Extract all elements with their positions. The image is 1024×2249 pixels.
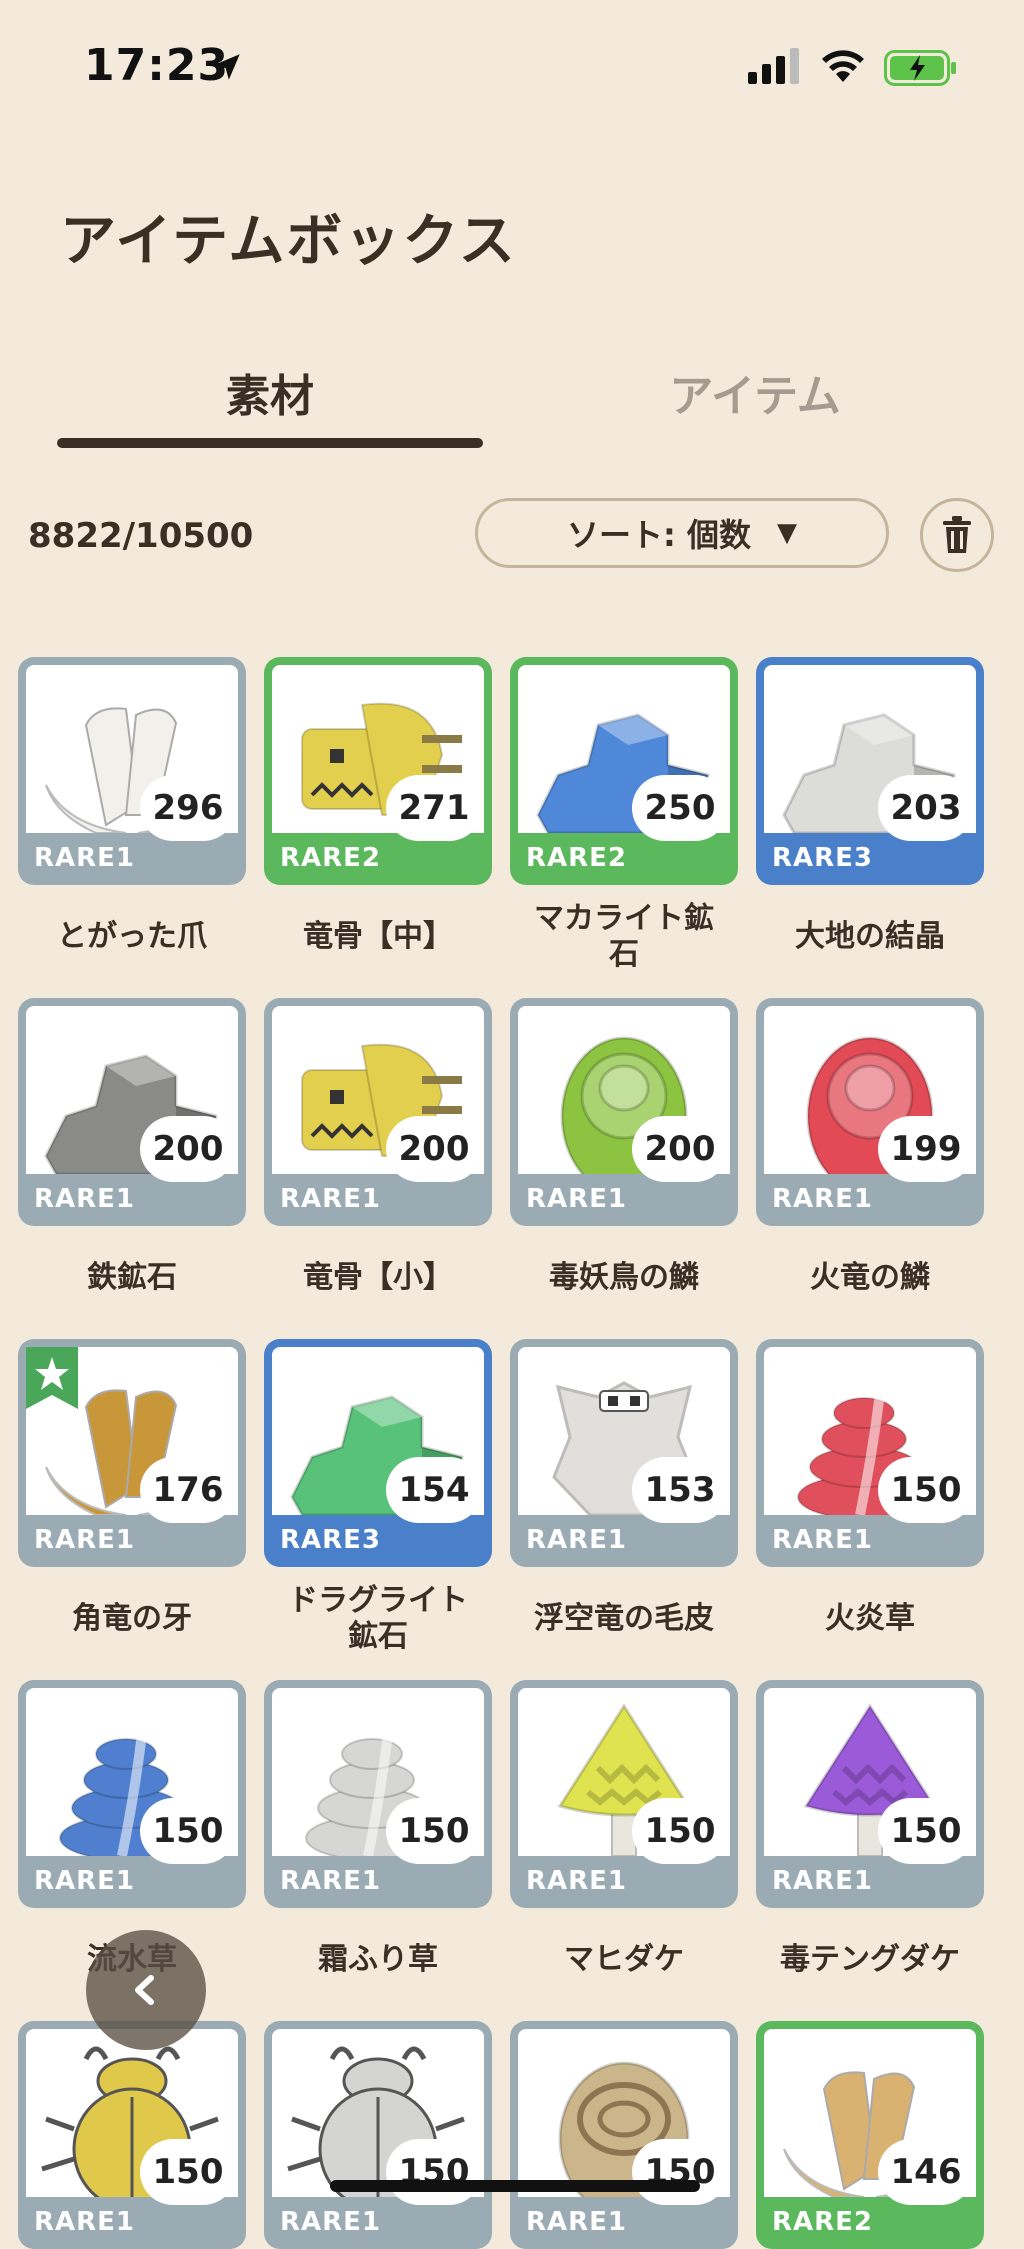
favorite-star-icon	[26, 1347, 78, 1409]
active-tab-underline	[57, 438, 483, 448]
item-card[interactable]: RARE3 154	[264, 1339, 492, 1567]
status-time: 17:23	[84, 40, 230, 91]
rarity-label: RARE1	[526, 1866, 628, 1896]
item-name: 毒妖鳥の鱗	[549, 1260, 699, 1295]
home-indicator	[330, 2180, 700, 2192]
item-card[interactable]: RARE1 150	[756, 1339, 984, 1567]
back-button[interactable]	[86, 1930, 206, 2050]
item-card[interactable]: RARE3 203	[756, 657, 984, 885]
quantity-badge: 150	[632, 1798, 728, 1864]
rarity-label: RARE3	[772, 843, 874, 873]
item-name: 霜ふり草	[318, 1942, 438, 1977]
item-card[interactable]: RARE1 150	[264, 2021, 492, 2249]
item-card[interactable]: RARE1 176	[18, 1339, 246, 1567]
item-name: ドラグライト 鉱石	[288, 1583, 468, 1654]
quantity-badge: 150	[878, 1798, 974, 1864]
rarity-label: RARE3	[280, 1525, 382, 1555]
rarity-label: RARE2	[772, 2207, 874, 2237]
item-card[interactable]: RARE1 199	[756, 998, 984, 1226]
quantity-badge: 153	[632, 1457, 728, 1523]
quantity-badge: 296	[140, 775, 236, 841]
quantity-badge: 150	[140, 1798, 236, 1864]
item-card[interactable]: RARE1 150	[756, 1680, 984, 1908]
item-card[interactable]: RARE1 200	[264, 998, 492, 1226]
rarity-label: RARE2	[280, 843, 382, 873]
item-card[interactable]: RARE1 153	[510, 1339, 738, 1567]
wifi-icon	[822, 50, 864, 82]
rarity-label: RARE1	[34, 1866, 136, 1896]
item-name: 大地の結晶	[795, 919, 945, 954]
item-name: 浮空竜の毛皮	[534, 1601, 714, 1636]
item-card[interactable]: RARE1 150	[510, 1680, 738, 1908]
cellular-signal-icon	[748, 48, 799, 84]
item-card[interactable]: RARE1 150	[264, 1680, 492, 1908]
rarity-label: RARE1	[34, 1184, 136, 1214]
item-card[interactable]: RARE2 250	[510, 657, 738, 885]
quantity-badge: 200	[140, 1116, 236, 1182]
rarity-label: RARE1	[526, 1525, 628, 1555]
quantity-badge: 150	[140, 2139, 236, 2205]
quantity-badge: 150	[632, 2139, 728, 2205]
trash-icon	[943, 516, 971, 553]
tab-materials[interactable]: 素材	[60, 360, 480, 424]
item-name: 鉄鉱石	[87, 1260, 177, 1295]
rarity-label: RARE1	[526, 2207, 628, 2237]
rarity-label: RARE1	[34, 2207, 136, 2237]
item-name: 竜骨【中】	[303, 919, 453, 954]
quantity-badge: 150	[878, 1457, 974, 1523]
sort-label: ソート: 個数	[567, 516, 751, 554]
page-title: アイテムボックス	[60, 209, 517, 274]
chevron-left-icon	[135, 1975, 154, 2005]
rarity-label: RARE1	[34, 843, 136, 873]
item-name: マヒダケ	[564, 1942, 684, 1977]
item-name: 竜骨【小】	[303, 1260, 453, 1295]
item-card[interactable]: RARE1 296	[18, 657, 246, 885]
rarity-label: RARE1	[526, 1184, 628, 1214]
inventory-count: 8822/10500	[28, 516, 254, 556]
item-card[interactable]: RARE1 200	[510, 998, 738, 1226]
quantity-badge: 146	[878, 2139, 974, 2205]
quantity-badge: 200	[632, 1116, 728, 1182]
rarity-label: RARE2	[526, 843, 628, 873]
quantity-badge: 150	[386, 2139, 482, 2205]
rarity-label: RARE1	[280, 1184, 382, 1214]
caret-down-icon: ▼	[776, 518, 797, 548]
item-card[interactable]: RARE1 150	[510, 2021, 738, 2249]
delete-button[interactable]	[920, 498, 994, 572]
item-card[interactable]: RARE1 150	[18, 2021, 246, 2249]
quantity-badge: 203	[878, 775, 974, 841]
quantity-badge: 150	[386, 1798, 482, 1864]
quantity-badge: 200	[386, 1116, 482, 1182]
battery-charging-icon	[884, 50, 956, 86]
item-name: 毒テングダケ	[780, 1942, 960, 1977]
rarity-label: RARE1	[34, 1525, 136, 1555]
rarity-label: RARE1	[772, 1525, 874, 1555]
item-card[interactable]: RARE1 150	[18, 1680, 246, 1908]
location-arrow-icon	[214, 54, 240, 80]
rarity-label: RARE1	[280, 1866, 382, 1896]
quantity-badge: 250	[632, 775, 728, 841]
rarity-label: RARE1	[772, 1184, 874, 1214]
item-card[interactable]: RARE2 271	[264, 657, 492, 885]
quantity-badge: 271	[386, 775, 482, 841]
item-card[interactable]: RARE2 146	[756, 2021, 984, 2249]
rarity-label: RARE1	[772, 1866, 874, 1896]
sort-button[interactable]: ソート: 個数 ▼	[475, 498, 889, 568]
item-name: マカライト鉱 石	[534, 901, 714, 972]
quantity-badge: 176	[140, 1457, 236, 1523]
item-name: 火炎草	[825, 1601, 915, 1636]
rarity-label: RARE1	[280, 2207, 382, 2237]
item-name: 火竜の鱗	[810, 1260, 930, 1295]
tab-items[interactable]: アイテム	[545, 360, 965, 424]
quantity-badge: 154	[386, 1457, 482, 1523]
item-name: 角竜の牙	[72, 1601, 192, 1636]
item-name: とがった爪	[57, 919, 207, 954]
item-card[interactable]: RARE1 200	[18, 998, 246, 1226]
quantity-badge: 199	[878, 1116, 974, 1182]
